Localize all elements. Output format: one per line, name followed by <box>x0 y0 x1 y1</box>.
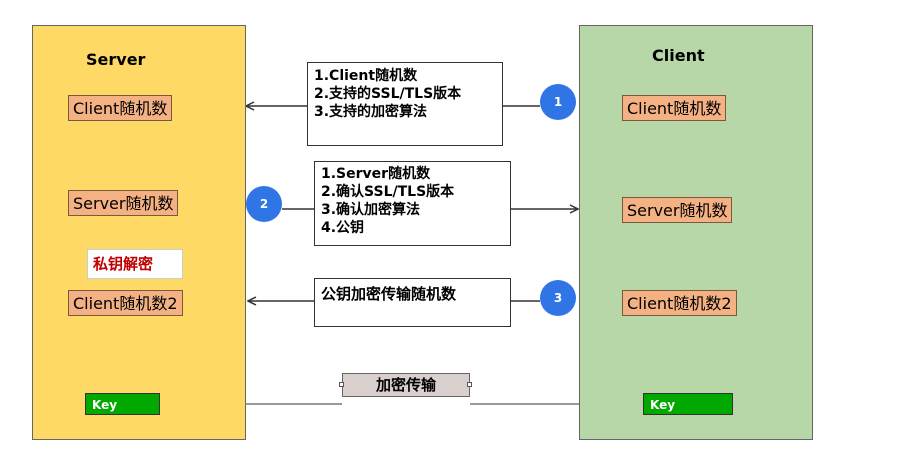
client-key-badge: Key <box>643 393 733 415</box>
selection-handle-icon <box>339 382 344 387</box>
step1-line: 1.Client随机数 <box>314 68 418 84</box>
client-panel <box>579 25 813 440</box>
client-title: Client <box>652 46 705 65</box>
encrypted-transfer-label: 加密传输 <box>342 373 470 397</box>
step2-line: 1.Server随机数 <box>321 166 431 182</box>
step3-message-box: 公钥加密传输随机数 <box>314 278 511 327</box>
server-client-random2: Client随机数2 <box>68 290 183 316</box>
client-server-random: Server随机数 <box>622 197 733 223</box>
step1-line: 3.支持的加密算法 <box>314 104 428 120</box>
step2-line: 2.确认SSL/TLS版本 <box>321 184 455 200</box>
server-client-random: Client随机数 <box>68 95 173 121</box>
client-client-random2: Client随机数2 <box>622 290 737 316</box>
step1-message-box: 1.Client随机数 2.支持的SSL/TLS版本 3.支持的加密算法 <box>307 62 503 146</box>
server-title: Server <box>86 50 146 69</box>
step2-number-badge: 2 <box>246 186 282 222</box>
step2-message-box: 1.Server随机数 2.确认SSL/TLS版本 3.确认加密算法 4.公钥 <box>314 161 511 246</box>
private-key-decrypt-label: 私钥解密 <box>87 249 183 279</box>
step3-number-badge: 3 <box>540 280 576 316</box>
step2-line: 4.公钥 <box>321 220 365 236</box>
server-server-random: Server随机数 <box>68 190 179 216</box>
step2-line: 3.确认加密算法 <box>321 202 421 218</box>
server-key-badge: Key <box>85 393 160 415</box>
step1-number-badge: 1 <box>540 84 576 120</box>
selection-handle-icon <box>467 382 472 387</box>
client-client-random: Client随机数 <box>622 95 727 121</box>
server-panel <box>32 25 246 440</box>
step3-line: 公钥加密传输随机数 <box>321 285 457 303</box>
step1-line: 2.支持的SSL/TLS版本 <box>314 86 462 102</box>
